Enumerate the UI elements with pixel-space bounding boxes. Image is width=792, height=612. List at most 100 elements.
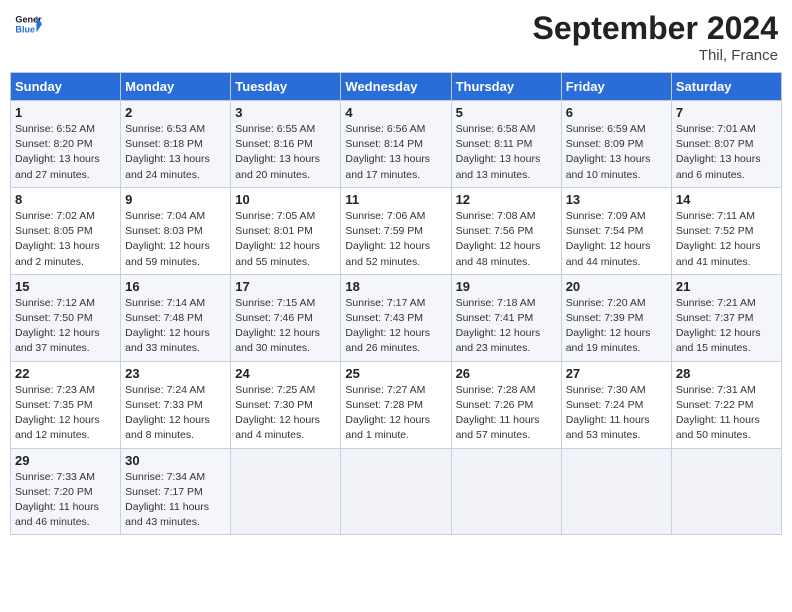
calendar-cell: 6 Sunrise: 6:59 AM Sunset: 8:09 PM Daylig…	[561, 101, 671, 188]
day-number: 5	[456, 105, 557, 120]
calendar-cell: 26Sunrise: 7:28 AM Sunset: 7:26 PM Dayli…	[451, 361, 561, 448]
header-friday: Friday	[561, 73, 671, 101]
day-number: 10	[235, 192, 336, 207]
calendar-cell	[341, 448, 451, 535]
calendar-cell: 11 Sunrise: 7:06 AM Sunset: 7:59 PM Dayli…	[341, 187, 451, 274]
day-number: 23	[125, 366, 226, 381]
day-detail: Sunrise: 7:05 AM Sunset: 8:01 PM Dayligh…	[235, 209, 336, 270]
day-detail: Sunrise: 7:02 AM Sunset: 8:05 PM Dayligh…	[15, 209, 116, 270]
calendar-week-2: 8 Sunrise: 7:02 AM Sunset: 8:05 PM Daylig…	[11, 187, 782, 274]
day-detail: Sunrise: 7:11 AM Sunset: 7:52 PM Dayligh…	[676, 209, 777, 270]
day-number: 4	[345, 105, 446, 120]
day-detail: Sunrise: 6:53 AM Sunset: 8:18 PM Dayligh…	[125, 122, 226, 183]
day-detail: Sunrise: 7:12 AM Sunset: 7:50 PM Dayligh…	[15, 296, 116, 357]
day-detail: Sunrise: 7:09 AM Sunset: 7:54 PM Dayligh…	[566, 209, 667, 270]
calendar-week-5: 29 Sunrise: 7:33 AM Sunset: 7:20 PM Dayli…	[11, 448, 782, 535]
day-detail: Sunrise: 7:28 AM Sunset: 7:26 PM Dayligh…	[456, 383, 557, 444]
header-thursday: Thursday	[451, 73, 561, 101]
calendar-cell: 4 Sunrise: 6:56 AM Sunset: 8:14 PM Daylig…	[341, 101, 451, 188]
calendar-cell	[231, 448, 341, 535]
calendar-table: SundayMondayTuesdayWednesdayThursdayFrid…	[10, 72, 782, 535]
title-block: September 2024 Thil, France	[533, 10, 778, 64]
day-number: 22	[15, 366, 116, 381]
day-detail: Sunrise: 7:01 AM Sunset: 8:07 PM Dayligh…	[676, 122, 777, 183]
day-detail: Sunrise: 6:59 AM Sunset: 8:09 PM Dayligh…	[566, 122, 667, 183]
calendar-cell	[451, 448, 561, 535]
day-detail: Sunrise: 7:23 AM Sunset: 7:35 PM Dayligh…	[15, 383, 116, 444]
calendar-week-1: 1Sunrise: 6:52 AM Sunset: 8:20 PM Daylig…	[11, 101, 782, 188]
day-detail: Sunrise: 7:25 AM Sunset: 7:30 PM Dayligh…	[235, 383, 336, 444]
svg-text:Blue: Blue	[15, 24, 35, 34]
calendar-cell: 22 Sunrise: 7:23 AM Sunset: 7:35 PM Dayli…	[11, 361, 121, 448]
day-detail: Sunrise: 7:08 AM Sunset: 7:56 PM Dayligh…	[456, 209, 557, 270]
calendar-cell: 16 Sunrise: 7:14 AM Sunset: 7:48 PM Dayli…	[121, 274, 231, 361]
calendar-cell: 5Sunrise: 6:58 AM Sunset: 8:11 PM Daylig…	[451, 101, 561, 188]
day-number: 28	[676, 366, 777, 381]
calendar-cell: 15 Sunrise: 7:12 AM Sunset: 7:50 PM Dayli…	[11, 274, 121, 361]
calendar-cell: 17Sunrise: 7:15 AM Sunset: 7:46 PM Dayli…	[231, 274, 341, 361]
calendar-cell	[561, 448, 671, 535]
calendar-cell: 24 Sunrise: 7:25 AM Sunset: 7:30 PM Dayli…	[231, 361, 341, 448]
calendar-cell: 13Sunrise: 7:09 AM Sunset: 7:54 PM Dayli…	[561, 187, 671, 274]
logo-icon: General Blue	[14, 10, 42, 38]
calendar-cell: 8 Sunrise: 7:02 AM Sunset: 8:05 PM Daylig…	[11, 187, 121, 274]
day-number: 16	[125, 279, 226, 294]
day-number: 11	[345, 192, 446, 207]
calendar-cell: 21 Sunrise: 7:21 AM Sunset: 7:37 PM Dayli…	[671, 274, 781, 361]
logo: General Blue	[14, 10, 42, 38]
day-detail: Sunrise: 7:06 AM Sunset: 7:59 PM Dayligh…	[345, 209, 446, 270]
calendar-cell: 27 Sunrise: 7:30 AM Sunset: 7:24 PM Dayli…	[561, 361, 671, 448]
day-detail: Sunrise: 7:34 AM Sunset: 7:17 PM Dayligh…	[125, 470, 226, 531]
header-monday: Monday	[121, 73, 231, 101]
day-detail: Sunrise: 7:18 AM Sunset: 7:41 PM Dayligh…	[456, 296, 557, 357]
calendar-cell	[671, 448, 781, 535]
day-detail: Sunrise: 7:24 AM Sunset: 7:33 PM Dayligh…	[125, 383, 226, 444]
day-detail: Sunrise: 6:56 AM Sunset: 8:14 PM Dayligh…	[345, 122, 446, 183]
calendar-week-4: 22 Sunrise: 7:23 AM Sunset: 7:35 PM Dayli…	[11, 361, 782, 448]
day-detail: Sunrise: 6:52 AM Sunset: 8:20 PM Dayligh…	[15, 122, 116, 183]
day-number: 24	[235, 366, 336, 381]
day-detail: Sunrise: 7:33 AM Sunset: 7:20 PM Dayligh…	[15, 470, 116, 531]
calendar-cell: 3 Sunrise: 6:55 AM Sunset: 8:16 PM Daylig…	[231, 101, 341, 188]
day-number: 19	[456, 279, 557, 294]
calendar-cell: 30Sunrise: 7:34 AM Sunset: 7:17 PM Dayli…	[121, 448, 231, 535]
day-number: 14	[676, 192, 777, 207]
day-number: 9	[125, 192, 226, 207]
day-number: 29	[15, 453, 116, 468]
day-number: 27	[566, 366, 667, 381]
calendar-cell: 7 Sunrise: 7:01 AM Sunset: 8:07 PM Daylig…	[671, 101, 781, 188]
calendar-cell: 19 Sunrise: 7:18 AM Sunset: 7:41 PM Dayli…	[451, 274, 561, 361]
month-title: September 2024	[533, 10, 778, 47]
page-header: General Blue September 2024 Thil, France	[10, 10, 782, 64]
day-detail: Sunrise: 6:55 AM Sunset: 8:16 PM Dayligh…	[235, 122, 336, 183]
day-number: 21	[676, 279, 777, 294]
day-number: 7	[676, 105, 777, 120]
calendar-cell: 29 Sunrise: 7:33 AM Sunset: 7:20 PM Dayli…	[11, 448, 121, 535]
day-detail: Sunrise: 7:04 AM Sunset: 8:03 PM Dayligh…	[125, 209, 226, 270]
day-detail: Sunrise: 7:30 AM Sunset: 7:24 PM Dayligh…	[566, 383, 667, 444]
day-number: 15	[15, 279, 116, 294]
header-wednesday: Wednesday	[341, 73, 451, 101]
calendar-cell: 12Sunrise: 7:08 AM Sunset: 7:56 PM Dayli…	[451, 187, 561, 274]
calendar-cell: 23 Sunrise: 7:24 AM Sunset: 7:33 PM Dayli…	[121, 361, 231, 448]
calendar-cell: 18 Sunrise: 7:17 AM Sunset: 7:43 PM Dayli…	[341, 274, 451, 361]
day-detail: Sunrise: 7:17 AM Sunset: 7:43 PM Dayligh…	[345, 296, 446, 357]
day-number: 18	[345, 279, 446, 294]
header-saturday: Saturday	[671, 73, 781, 101]
day-detail: Sunrise: 7:15 AM Sunset: 7:46 PM Dayligh…	[235, 296, 336, 357]
day-number: 2	[125, 105, 226, 120]
calendar-cell: 10 Sunrise: 7:05 AM Sunset: 8:01 PM Dayli…	[231, 187, 341, 274]
day-number: 25	[345, 366, 446, 381]
day-number: 20	[566, 279, 667, 294]
day-detail: Sunrise: 7:21 AM Sunset: 7:37 PM Dayligh…	[676, 296, 777, 357]
location: Thil, France	[533, 47, 778, 64]
day-detail: Sunrise: 7:14 AM Sunset: 7:48 PM Dayligh…	[125, 296, 226, 357]
calendar-cell: 25Sunrise: 7:27 AM Sunset: 7:28 PM Dayli…	[341, 361, 451, 448]
day-number: 6	[566, 105, 667, 120]
day-detail: Sunrise: 7:20 AM Sunset: 7:39 PM Dayligh…	[566, 296, 667, 357]
day-number: 8	[15, 192, 116, 207]
day-number: 3	[235, 105, 336, 120]
header-sunday: Sunday	[11, 73, 121, 101]
calendar-week-3: 15 Sunrise: 7:12 AM Sunset: 7:50 PM Dayli…	[11, 274, 782, 361]
calendar-cell: 14 Sunrise: 7:11 AM Sunset: 7:52 PM Dayli…	[671, 187, 781, 274]
